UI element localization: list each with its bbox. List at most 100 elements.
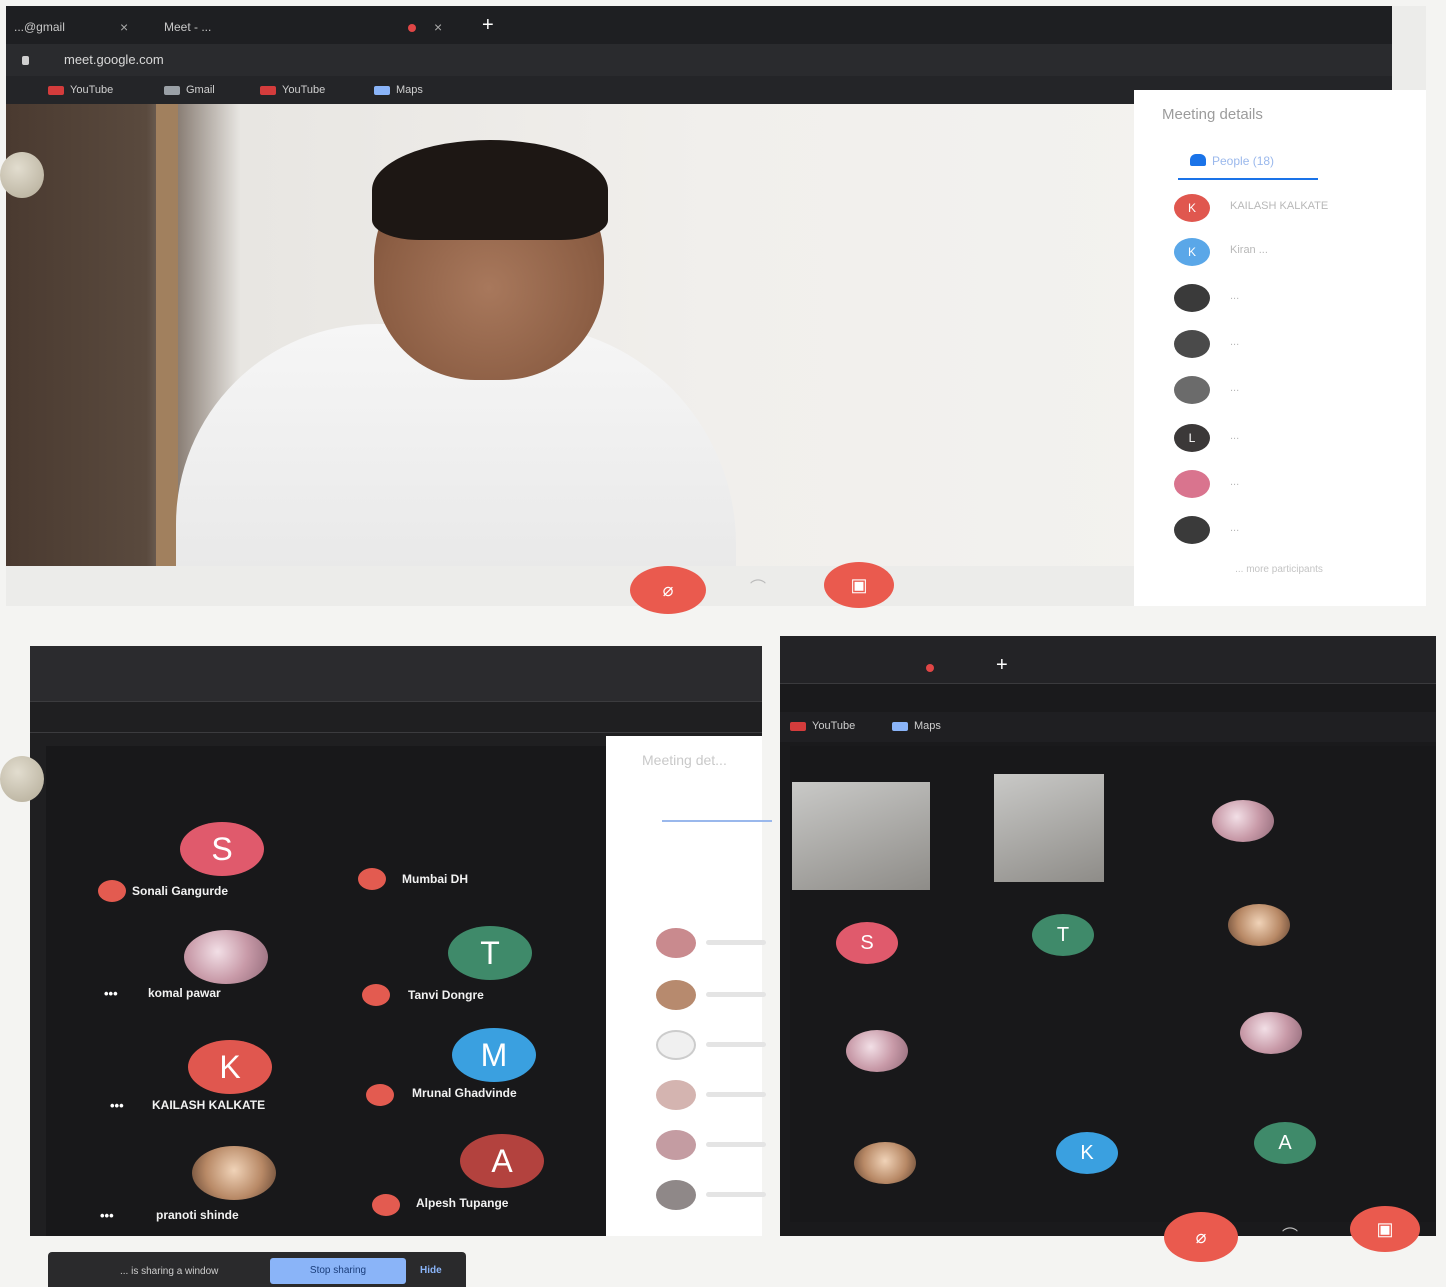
participant-item[interactable]: ... [1174,330,1414,360]
participant-item[interactable]: ... [1174,516,1414,546]
tab-close-icon[interactable]: × [434,14,442,40]
participant-name [706,1092,766,1097]
maps-icon [892,722,908,731]
bookmarks-bar: YouTube Maps [780,712,1436,742]
bookmark-maps[interactable]: Maps [374,81,423,99]
mic-off-icon [358,868,386,890]
mic-off-icon: ⌀ [1195,1227,1207,1247]
browser-chrome [30,646,762,702]
new-tab-button[interactable]: + [996,652,1008,678]
tab-people[interactable]: People (18) [1178,146,1318,180]
participant-grid: S Sonali Gangurde Mumbai DH ••• komal pa… [46,746,636,1236]
camera-off-button[interactable]: ▣ [824,562,894,608]
door-frame [156,104,178,566]
hang-up-icon[interactable]: ⌒ [750,574,766,598]
speaker-hair [372,140,608,240]
participant-name [706,1142,766,1147]
participant-tile[interactable]: A Alpesh Tupange [358,1134,618,1244]
participant-avatar [1174,376,1210,404]
mic-off-icon [98,880,126,902]
participant-avatar[interactable]: T [1032,914,1094,956]
camera-off-button[interactable]: ▣ [1350,1206,1420,1252]
mic-off-button[interactable]: ⌀ [1164,1212,1238,1262]
bookmark-maps[interactable]: Maps [892,717,941,735]
participant-name: ... [1230,336,1240,348]
people-icon [1190,154,1206,166]
gmail-icon [164,86,180,95]
participant-name: Alpesh Tupange [416,1196,509,1210]
participant-photo[interactable] [846,1030,908,1072]
participant-name: ... [1230,382,1240,394]
participant-tile[interactable]: ••• komal pawar [96,926,356,1036]
meeting-details-sidebar: Meeting det... [606,736,772,1236]
more-options-icon[interactable]: ••• [100,1208,114,1223]
participant-name: komal pawar [148,986,221,1000]
address-bar[interactable]: meet.google.com [6,44,1392,76]
new-tab-button[interactable]: + [482,12,494,38]
participant-item[interactable]: ... [1174,284,1414,314]
youtube-icon [48,86,64,95]
participant-photo[interactable] [1212,800,1274,842]
participant-name: Mrunal Ghadvinde [412,1086,517,1100]
participant-photo[interactable] [1240,1012,1302,1054]
participants-grid-window: S Sonali Gangurde Mumbai DH ••• komal pa… [30,646,772,1236]
participant-tile[interactable]: M Mrunal Ghadvinde [358,1028,618,1138]
participant-tile[interactable]: ••• pranoti shinde [96,1142,356,1252]
participant-name: Mumbai DH [402,872,468,886]
screen-share-bar: ... is sharing a window Stop sharing Hid… [48,1252,466,1287]
browser-tab-bar: ...@gmail × Meet - ... × + [6,6,1392,44]
participant-tile[interactable]: S Sonali Gangurde [96,818,356,928]
sharing-status-text: ... is sharing a window [120,1266,219,1277]
hide-button[interactable]: Hide [420,1265,442,1276]
bookmark-gmail[interactable]: Gmail [164,81,215,99]
tab-close-icon[interactable]: × [120,14,128,40]
video-thumbnail[interactable] [792,782,930,890]
participant-name: ... [1230,522,1240,534]
panel-title: Meeting details [1162,106,1263,123]
participant-avatar [656,1080,696,1110]
participant-tile[interactable]: T Tanvi Dongre [358,922,618,1032]
more-participants-text: ... more participants [1235,564,1323,575]
participant-avatar [1174,284,1210,312]
url-text: meet.google.com [64,52,164,67]
tab-people[interactable] [662,796,772,822]
youtube-icon [790,722,806,731]
participant-avatar[interactable]: A [1254,1122,1316,1164]
more-options-icon[interactable]: ••• [110,1098,124,1113]
participant-item[interactable]: K KAILASH KALKATE [1174,194,1414,224]
bookmark-youtube[interactable]: YouTube [790,717,855,735]
participant-avatar [656,1180,696,1210]
mic-off-button[interactable]: ⌀ [630,566,706,614]
hang-up-icon[interactable]: ⌒ [1282,1222,1298,1246]
bookmark-youtube-2[interactable]: YouTube [260,81,325,99]
participant-photo[interactable] [1228,904,1290,946]
participant-name [706,1192,766,1197]
participant-photo [192,1146,276,1200]
participant-tile[interactable]: K ••• KAILASH KALKATE [96,1036,356,1146]
participant-name: pranoti shinde [156,1208,239,1222]
browser-tab-gmail[interactable]: ...@gmail [6,14,136,40]
stop-sharing-button[interactable]: Stop sharing [270,1258,406,1284]
participant-avatar: K [1174,194,1210,222]
recording-dot-icon [408,24,416,32]
participant-name: KAILASH KALKATE [1230,200,1329,212]
second-meet-window: + YouTube Maps S T K A [780,636,1436,1236]
video-thumbnail[interactable] [994,774,1104,882]
participant-tile[interactable]: Mumbai DH [358,818,618,928]
participant-item[interactable]: ... [1174,470,1414,500]
participant-avatar[interactable]: S [836,922,898,964]
bookmark-youtube[interactable]: YouTube [48,81,113,99]
participant-item[interactable]: K Kiran ... [1174,238,1414,268]
more-options-icon[interactable]: ••• [104,986,118,1001]
browser-tab-meet[interactable]: Meet - ... [156,14,406,40]
participant-avatar [1174,516,1210,544]
mic-off-icon [372,1194,400,1216]
participant-avatar: K [188,1040,272,1094]
participant-avatar[interactable]: K [1056,1132,1118,1174]
participant-item[interactable]: ... [1174,376,1414,406]
meeting-details-panel: Meeting details People (18) K KAILASH KAL… [1134,90,1426,606]
participant-photo[interactable] [854,1142,916,1184]
participant-item[interactable]: L... [1174,424,1414,454]
participant-name [706,1042,766,1047]
participant-grid: S T K A [790,746,1436,1222]
